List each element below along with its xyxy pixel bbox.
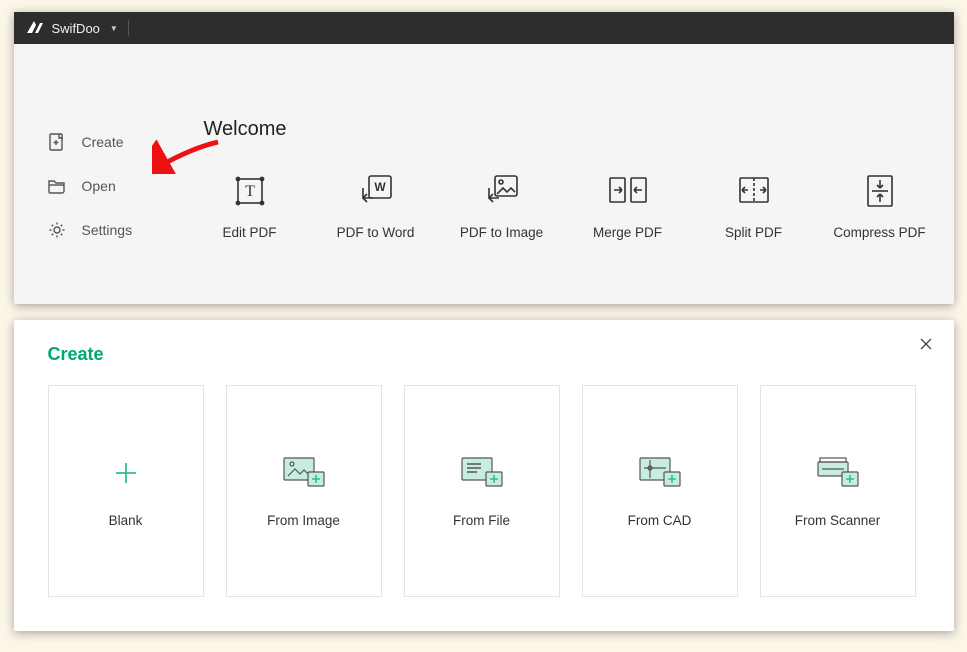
action-label: PDF to Word (337, 225, 415, 240)
titlebar-divider (128, 20, 129, 36)
card-label: From Scanner (795, 513, 881, 528)
create-card-from-file[interactable]: From File (404, 385, 560, 597)
svg-text:W: W (374, 180, 386, 194)
create-card-from-scanner[interactable]: From Scanner (760, 385, 916, 597)
action-label: Compress PDF (833, 225, 925, 240)
swifdoo-logo-icon (26, 19, 44, 38)
sidebar: Create Open Settings (34, 68, 192, 264)
card-label: Blank (109, 513, 143, 528)
gear-icon (46, 221, 68, 239)
image-plus-icon (282, 455, 326, 491)
create-card-from-cad[interactable]: From CAD (582, 385, 738, 597)
create-cards-row: Blank From Image From File From CAD From (48, 385, 920, 597)
create-panel: Create Blank From Image From File From C… (14, 320, 954, 631)
file-plus-icon (460, 455, 504, 491)
main-area: Welcome T Edit PDF W PDF to Word (192, 68, 934, 264)
sidebar-item-label: Open (82, 178, 116, 194)
plus-icon (112, 455, 140, 491)
action-pdf-to-image[interactable]: PDF to Image (448, 171, 556, 240)
action-label: Edit PDF (222, 225, 276, 240)
create-page-icon (46, 133, 68, 151)
scanner-plus-icon (816, 455, 860, 491)
merge-pdf-icon (608, 171, 648, 211)
create-heading: Create (48, 344, 920, 365)
sidebar-item-label: Create (82, 134, 124, 150)
sidebar-item-settings[interactable]: Settings (34, 208, 192, 252)
pdf-to-image-icon (482, 171, 522, 211)
action-split-pdf[interactable]: Split PDF (700, 171, 808, 240)
edit-pdf-icon: T (230, 171, 270, 211)
brand-dropdown-icon[interactable]: ▼ (110, 24, 118, 33)
title-bar: SwifDoo ▼ (14, 12, 954, 44)
app-brand: SwifDoo (52, 21, 100, 36)
create-card-from-image[interactable]: From Image (226, 385, 382, 597)
welcome-heading: Welcome (204, 118, 934, 141)
welcome-panel: SwifDoo ▼ Create Open (14, 12, 954, 304)
open-folder-icon (46, 178, 68, 194)
action-compress-pdf[interactable]: Compress PDF (826, 171, 934, 240)
action-pdf-to-word[interactable]: W PDF to Word (322, 171, 430, 240)
card-label: From CAD (628, 513, 692, 528)
cad-plus-icon (638, 455, 682, 491)
svg-text:T: T (245, 183, 255, 200)
card-label: From File (453, 513, 510, 528)
sidebar-item-label: Settings (82, 222, 133, 238)
sidebar-item-open[interactable]: Open (34, 164, 192, 208)
split-pdf-icon (734, 171, 774, 211)
create-card-blank[interactable]: Blank (48, 385, 204, 597)
action-label: Merge PDF (593, 225, 662, 240)
actions-row: T Edit PDF W PDF to Word PDF to Image (196, 171, 934, 240)
action-merge-pdf[interactable]: Merge PDF (574, 171, 682, 240)
card-label: From Image (267, 513, 340, 528)
pdf-to-word-icon: W (356, 171, 396, 211)
action-label: PDF to Image (460, 225, 543, 240)
close-icon[interactable] (916, 334, 936, 354)
action-label: Split PDF (725, 225, 782, 240)
compress-pdf-icon (860, 171, 900, 211)
action-edit-pdf[interactable]: T Edit PDF (196, 171, 304, 240)
sidebar-item-create[interactable]: Create (34, 120, 192, 164)
